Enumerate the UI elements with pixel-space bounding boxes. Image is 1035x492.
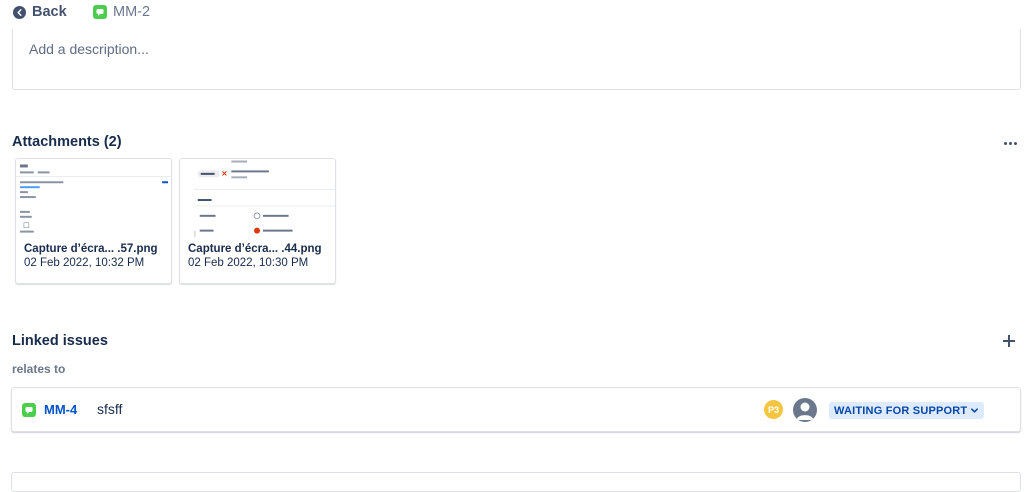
breadcrumb-issue-key: MM-2 <box>113 4 151 20</box>
attachment-name: Capture d’écra... .44.png <box>188 243 322 255</box>
attachments-title: Attachments (2) <box>12 134 122 150</box>
breadcrumb-issue-link[interactable]: MM-2 <box>93 4 150 20</box>
activity-panel <box>11 472 1021 492</box>
link-relation-label: relates to <box>12 362 66 376</box>
description-placeholder: Add a description... <box>29 41 149 57</box>
more-horizontal-icon <box>1003 141 1007 145</box>
service-request-icon <box>93 5 107 19</box>
linked-issue-summary: sfsff <box>97 401 123 417</box>
chevron-down-icon <box>971 408 979 413</box>
top-bar: Back MM-2 <box>0 0 1035 26</box>
arrow-left-circle-icon <box>13 5 26 19</box>
linked-issue-row[interactable]: MM-4 sfsff P3 WAITING FOR SUPPORT <box>11 387 1021 432</box>
attachment-card[interactable]: Capture d’écra... .57.png 02 Feb 2022, 1… <box>15 158 172 284</box>
attachments-more-button[interactable] <box>1000 134 1020 152</box>
attachment-thumbnail <box>16 159 171 245</box>
attachment-thumbnail <box>180 159 335 245</box>
priority-badge: P3 <box>764 400 783 419</box>
attachment-meta: Capture d’écra... .44.png 02 Feb 2022, 1… <box>180 237 335 283</box>
linked-issue-key[interactable]: MM-4 <box>44 402 77 417</box>
status-label: WAITING FOR SUPPORT <box>834 404 968 417</box>
status-dropdown[interactable]: WAITING FOR SUPPORT <box>829 402 985 419</box>
back-label: Back <box>32 4 67 20</box>
attachment-date: 02 Feb 2022, 10:30 PM <box>188 257 309 269</box>
linked-issues-title: Linked issues <box>12 333 108 349</box>
add-linked-issue-button[interactable] <box>1000 332 1018 350</box>
attachment-date: 02 Feb 2022, 10:32 PM <box>24 257 145 269</box>
user-avatar-icon[interactable] <box>793 398 817 422</box>
back-button[interactable]: Back <box>13 4 67 20</box>
description-field[interactable]: Add a description... <box>12 29 1021 90</box>
attachment-card[interactable]: Capture d’écra... .44.png 02 Feb 2022, 1… <box>179 158 336 284</box>
service-request-icon <box>22 403 36 417</box>
attachment-meta: Capture d’écra... .57.png 02 Feb 2022, 1… <box>16 237 171 283</box>
attachment-name: Capture d’écra... .57.png <box>24 243 158 255</box>
